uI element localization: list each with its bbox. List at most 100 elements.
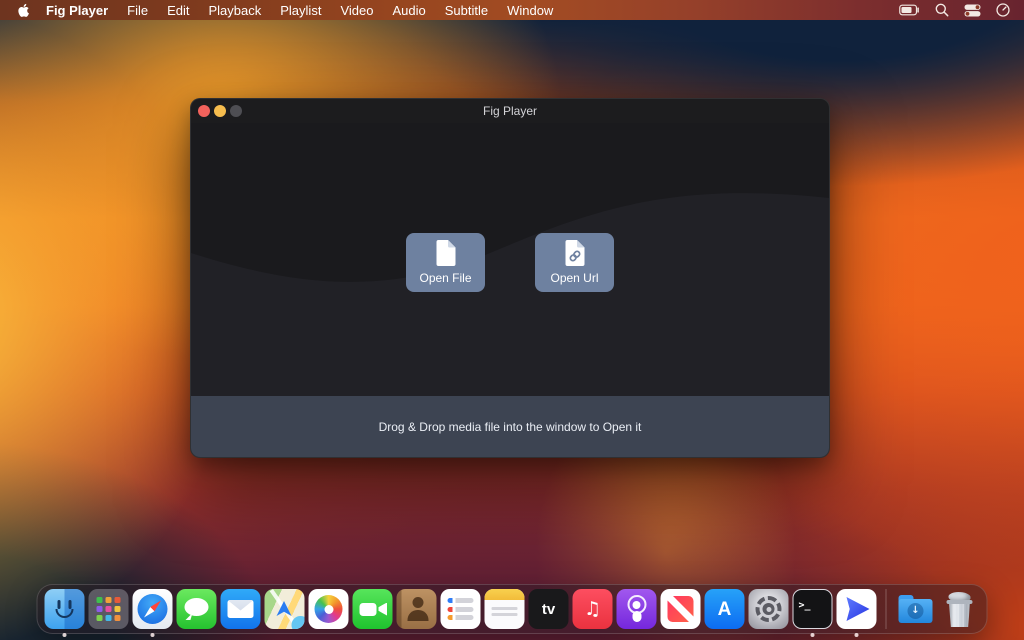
menu-list: File Edit Playback Playlist Video Audio Subtit… bbox=[127, 3, 553, 18]
menu-playback[interactable]: Playback bbox=[209, 3, 262, 18]
zoom-button[interactable] bbox=[230, 105, 242, 117]
menu-window[interactable]: Window bbox=[507, 3, 553, 18]
podcasts-icon bbox=[617, 589, 657, 629]
search-icon[interactable] bbox=[935, 3, 949, 17]
messages-icon bbox=[177, 589, 217, 629]
news-icon bbox=[661, 589, 701, 629]
status-icons bbox=[899, 3, 1012, 17]
desktop[interactable]: Fig Player File Edit Playback Playlist Video… bbox=[0, 0, 1024, 640]
music-icon bbox=[573, 589, 613, 629]
settings-icon-part bbox=[766, 607, 771, 612]
contacts-icon bbox=[397, 589, 437, 629]
launchpad-icon bbox=[89, 589, 129, 629]
window-title: Fig Player bbox=[191, 104, 829, 118]
trash-icon-part bbox=[947, 600, 973, 604]
running-indicator bbox=[811, 633, 815, 637]
finder-icon bbox=[45, 589, 85, 629]
dock-item-appstore[interactable] bbox=[705, 589, 745, 629]
dock-item-figplayer[interactable] bbox=[837, 589, 877, 629]
terminal-icon-part bbox=[799, 595, 811, 613]
minimize-button[interactable] bbox=[214, 105, 226, 117]
running-indicator bbox=[63, 633, 67, 637]
apple-menu[interactable] bbox=[17, 2, 30, 18]
downloads-icon bbox=[896, 589, 936, 629]
dock-item-music[interactable] bbox=[573, 589, 613, 629]
dock bbox=[37, 584, 988, 634]
dock-item-notes[interactable] bbox=[485, 589, 525, 629]
close-button[interactable] bbox=[198, 105, 210, 117]
open-url-label: Open Url bbox=[550, 271, 598, 285]
open-file-label: Open File bbox=[419, 271, 471, 285]
safari-icon bbox=[133, 589, 173, 629]
dock-item-news[interactable] bbox=[661, 589, 701, 629]
dock-item-maps[interactable] bbox=[265, 589, 305, 629]
apple-logo-icon bbox=[17, 2, 30, 18]
menu-edit[interactable]: Edit bbox=[167, 3, 189, 18]
menu-subtitle[interactable]: Subtitle bbox=[445, 3, 488, 18]
maps-icon-part bbox=[292, 616, 305, 629]
notes-icon-part bbox=[492, 607, 518, 610]
finder-icon-part bbox=[56, 609, 74, 618]
dock-item-photos[interactable] bbox=[309, 589, 349, 629]
open-url-button[interactable]: Open Url bbox=[535, 233, 614, 292]
clock-icon[interactable] bbox=[996, 3, 1010, 17]
dock-item-podcasts[interactable] bbox=[617, 589, 657, 629]
podcasts-icon-part bbox=[632, 611, 641, 622]
dock-item-trash[interactable] bbox=[940, 589, 980, 629]
notes-icon bbox=[485, 589, 525, 629]
menu-file[interactable]: File bbox=[127, 3, 148, 18]
appletv-icon bbox=[529, 589, 569, 629]
trash-icon bbox=[940, 589, 980, 629]
menu-video[interactable]: Video bbox=[340, 3, 373, 18]
running-indicator bbox=[151, 633, 155, 637]
dock-item-settings[interactable] bbox=[749, 589, 789, 629]
facetime-icon-part bbox=[378, 603, 387, 616]
drop-hint-bar: Drog & Drop media file into the window t… bbox=[191, 396, 829, 457]
menu-audio[interactable]: Audio bbox=[392, 3, 425, 18]
dock-item-terminal[interactable] bbox=[793, 589, 833, 629]
menu-bar: Fig Player File Edit Playback Playlist Video… bbox=[0, 0, 1024, 20]
dock-item-safari[interactable] bbox=[133, 589, 173, 629]
dock-item-appletv[interactable] bbox=[529, 589, 569, 629]
menu-playlist[interactable]: Playlist bbox=[280, 3, 321, 18]
dock-item-launchpad[interactable] bbox=[89, 589, 129, 629]
dock-item-reminders[interactable] bbox=[441, 589, 481, 629]
podcasts-icon-part bbox=[633, 601, 641, 609]
dock-item-downloads[interactable] bbox=[896, 589, 936, 629]
contacts-icon-part bbox=[413, 597, 424, 608]
document-icon bbox=[436, 240, 456, 266]
notes-icon-part bbox=[485, 589, 525, 600]
reminders-icon-part bbox=[448, 607, 474, 612]
document-link-icon bbox=[565, 240, 585, 266]
finder-icon-part bbox=[69, 600, 72, 609]
appstore-icon bbox=[705, 589, 745, 629]
facetime-icon bbox=[353, 589, 393, 629]
photos-icon-part bbox=[324, 605, 333, 614]
maps-icon bbox=[265, 589, 305, 629]
active-app-name[interactable]: Fig Player bbox=[46, 3, 108, 18]
dock-item-finder[interactable] bbox=[45, 589, 85, 629]
dock-item-facetime[interactable] bbox=[353, 589, 393, 629]
control-center-icon[interactable] bbox=[964, 4, 981, 17]
trash-icon-part bbox=[948, 600, 972, 627]
drop-zone[interactable]: Open File Open Url bbox=[191, 123, 829, 398]
window-titlebar[interactable]: Fig Player bbox=[191, 99, 829, 123]
dock-item-mail[interactable] bbox=[221, 589, 261, 629]
figplayer-icon bbox=[837, 589, 877, 629]
launchpad-icon-part bbox=[97, 597, 103, 603]
reminders-icon-part bbox=[448, 598, 474, 603]
running-indicator bbox=[855, 633, 859, 637]
notes-icon-part bbox=[492, 613, 518, 616]
dock-separator bbox=[886, 589, 887, 629]
settings-icon bbox=[749, 589, 789, 629]
contacts-icon-part bbox=[408, 610, 429, 621]
reminders-icon bbox=[441, 589, 481, 629]
battery-icon[interactable] bbox=[899, 4, 920, 16]
messages-icon-part bbox=[185, 598, 209, 616]
dock-item-messages[interactable] bbox=[177, 589, 217, 629]
open-buttons-row: Open File Open Url bbox=[191, 233, 829, 292]
open-file-button[interactable]: Open File bbox=[406, 233, 485, 292]
dock-item-contacts[interactable] bbox=[397, 589, 437, 629]
reminders-icon-part bbox=[448, 615, 474, 620]
appstore-icon-part bbox=[705, 589, 745, 629]
